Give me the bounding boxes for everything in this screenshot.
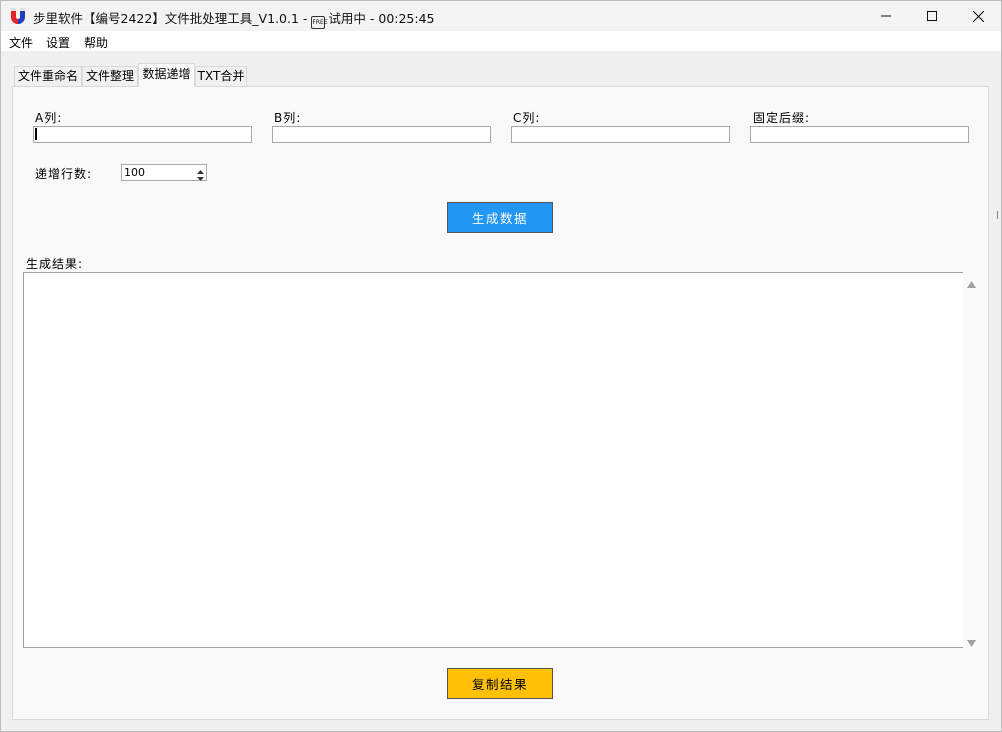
- copy-result-label: 复制结果: [471, 677, 528, 692]
- result-scrollbar[interactable]: [963, 272, 979, 648]
- col-c-input[interactable]: [511, 126, 730, 143]
- panel-content: A列: B列: C列: 固定后缀: 递增行数: 100 生成数据 生成结果: 复…: [1, 1, 1001, 731]
- scroll-up-icon[interactable]: [967, 277, 976, 288]
- copy-result-button[interactable]: 复制结果: [447, 668, 553, 699]
- text-caret: [35, 128, 37, 140]
- suffix-label: 固定后缀:: [753, 111, 811, 125]
- col-b-label: B列:: [274, 111, 302, 125]
- generate-data-label: 生成数据: [471, 211, 528, 226]
- generate-data-button[interactable]: 生成数据: [447, 202, 553, 233]
- spin-down-button[interactable]: [195, 173, 205, 181]
- col-a-input[interactable]: [33, 126, 252, 143]
- result-label: 生成结果:: [26, 257, 84, 271]
- arrow-down-icon: [196, 170, 204, 184]
- col-b-input[interactable]: [272, 126, 491, 143]
- result-textarea[interactable]: [23, 272, 963, 648]
- suffix-input[interactable]: [750, 126, 969, 143]
- rows-spinner[interactable]: 100: [121, 164, 207, 181]
- col-a-label: A列:: [35, 111, 63, 125]
- app-window: 步里软件【编号2422】文件批处理工具_V1.0.1 - FREE试用中 - 00…: [0, 0, 1002, 732]
- rows-label: 递增行数:: [35, 167, 93, 181]
- scroll-down-icon[interactable]: [967, 636, 976, 647]
- col-c-label: C列:: [513, 111, 541, 125]
- rows-value: 100: [124, 166, 145, 179]
